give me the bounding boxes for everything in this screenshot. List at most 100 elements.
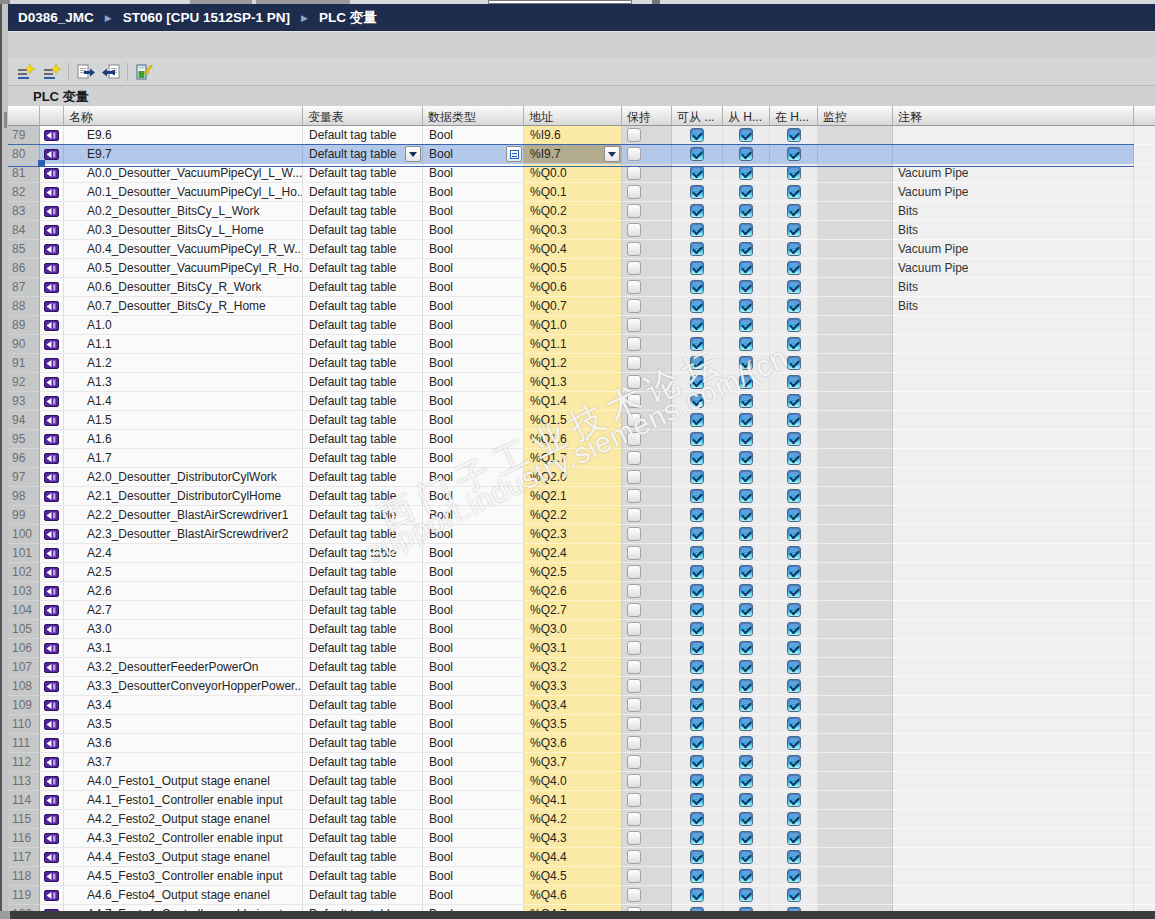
tag-table-cell[interactable]: Default tag table xyxy=(303,601,423,620)
tag-table-cell[interactable]: Default tag table xyxy=(303,240,423,259)
writable-checkbox-cell[interactable] xyxy=(723,848,770,867)
tag-table-cell[interactable]: Default tag table xyxy=(303,430,423,449)
writable-checkbox[interactable] xyxy=(739,622,753,636)
writable-checkbox-cell[interactable] xyxy=(723,677,770,696)
accessible-checkbox-cell[interactable] xyxy=(672,354,723,373)
comment-cell[interactable] xyxy=(893,373,1134,392)
visible-checkbox[interactable] xyxy=(787,261,801,275)
writable-checkbox-cell[interactable] xyxy=(723,316,770,335)
visible-checkbox-cell[interactable] xyxy=(770,601,818,620)
retain-checkbox[interactable] xyxy=(627,147,641,161)
writable-checkbox-cell[interactable] xyxy=(723,221,770,240)
tag-table-cell[interactable]: Default tag table xyxy=(303,316,423,335)
tag-table-cell[interactable]: Default tag table xyxy=(303,715,423,734)
data-type-cell[interactable]: Bool xyxy=(423,297,524,316)
accessible-checkbox-cell[interactable] xyxy=(672,468,723,487)
accessible-checkbox-cell[interactable] xyxy=(672,430,723,449)
accessible-checkbox[interactable] xyxy=(690,413,704,427)
tag-name-cell[interactable]: A4.6_Festo4_Output stage enanel xyxy=(64,886,303,905)
visible-checkbox[interactable] xyxy=(787,565,801,579)
tag-table-cell[interactable]: Default tag table xyxy=(303,373,423,392)
writable-checkbox-cell[interactable] xyxy=(723,563,770,582)
table-row[interactable]: 91A1.2Default tag tableBool%Q1.2 xyxy=(8,354,1155,373)
tag-name-cell[interactable]: A2.0_Desoutter_DistributorCylWork xyxy=(64,468,303,487)
comment-cell[interactable] xyxy=(893,468,1134,487)
data-type-cell[interactable]: Bool xyxy=(423,886,524,905)
retain-checkbox[interactable] xyxy=(627,622,641,636)
retain-checkbox[interactable] xyxy=(627,337,641,351)
data-type-cell[interactable]: Bool xyxy=(423,145,524,164)
writable-checkbox-cell[interactable] xyxy=(723,164,770,183)
tag-name-cell[interactable]: A2.2_Desoutter_BlastAirScrewdriver1 xyxy=(64,506,303,525)
retain-checkbox-cell[interactable] xyxy=(622,468,672,487)
writable-checkbox[interactable] xyxy=(739,223,753,237)
visible-checkbox-cell[interactable] xyxy=(770,468,818,487)
visible-checkbox-cell[interactable] xyxy=(770,487,818,506)
comment-cell[interactable] xyxy=(893,791,1134,810)
comment-cell[interactable] xyxy=(893,677,1134,696)
tag-name-cell[interactable]: A3.1 xyxy=(64,639,303,658)
visible-checkbox-cell[interactable] xyxy=(770,316,818,335)
data-type-cell[interactable]: Bool xyxy=(423,829,524,848)
comment-cell[interactable]: Vacuum Pipe xyxy=(893,259,1134,278)
address-cell[interactable]: %Q2.4 xyxy=(524,544,622,563)
visible-checkbox-cell[interactable] xyxy=(770,392,818,411)
retain-checkbox-cell[interactable] xyxy=(622,183,672,202)
writable-checkbox-cell[interactable] xyxy=(723,449,770,468)
data-type-cell[interactable]: Bool xyxy=(423,715,524,734)
visible-checkbox[interactable] xyxy=(787,831,801,845)
accessible-checkbox[interactable] xyxy=(690,223,704,237)
visible-checkbox[interactable] xyxy=(787,717,801,731)
accessible-checkbox[interactable] xyxy=(690,242,704,256)
comment-cell[interactable] xyxy=(893,658,1134,677)
accessible-checkbox[interactable] xyxy=(690,489,704,503)
tag-table-cell[interactable]: Default tag table xyxy=(303,563,423,582)
retain-checkbox-cell[interactable] xyxy=(622,164,672,183)
tag-table-cell[interactable]: Default tag table xyxy=(303,354,423,373)
visible-checkbox[interactable] xyxy=(787,774,801,788)
visible-checkbox-cell[interactable] xyxy=(770,582,818,601)
accessible-checkbox[interactable] xyxy=(690,261,704,275)
tag-table-cell[interactable]: Default tag table xyxy=(303,278,423,297)
visible-checkbox[interactable] xyxy=(787,698,801,712)
writable-checkbox[interactable] xyxy=(739,755,753,769)
data-type-cell[interactable]: Bool xyxy=(423,753,524,772)
address-cell[interactable]: %Q2.5 xyxy=(524,563,622,582)
comment-cell[interactable]: Vacuum Pipe xyxy=(893,240,1134,259)
visible-checkbox[interactable] xyxy=(787,603,801,617)
accessible-checkbox[interactable] xyxy=(690,470,704,484)
writable-checkbox-cell[interactable] xyxy=(723,145,770,164)
retain-checkbox[interactable] xyxy=(627,185,641,199)
accessible-checkbox-cell[interactable] xyxy=(672,259,723,278)
accessible-checkbox-cell[interactable] xyxy=(672,677,723,696)
retain-checkbox[interactable] xyxy=(627,508,641,522)
accessible-checkbox-cell[interactable] xyxy=(672,544,723,563)
visible-checkbox[interactable] xyxy=(787,546,801,560)
data-type-cell[interactable]: Bool xyxy=(423,620,524,639)
address-cell[interactable]: %Q3.0 xyxy=(524,620,622,639)
accessible-checkbox-cell[interactable] xyxy=(672,848,723,867)
comment-cell[interactable] xyxy=(893,601,1134,620)
retain-checkbox-cell[interactable] xyxy=(622,506,672,525)
writable-checkbox[interactable] xyxy=(739,394,753,408)
address-cell[interactable]: %Q2.3 xyxy=(524,525,622,544)
accessible-checkbox[interactable] xyxy=(690,394,704,408)
retain-checkbox-cell[interactable] xyxy=(622,601,672,620)
retain-checkbox-cell[interactable] xyxy=(622,639,672,658)
retain-checkbox-cell[interactable] xyxy=(622,620,672,639)
table-row[interactable]: 109A3.4Default tag tableBool%Q3.4 xyxy=(8,696,1155,715)
dropdown-button[interactable] xyxy=(405,146,421,162)
tag-name-cell[interactable]: A2.6 xyxy=(64,582,303,601)
accessible-checkbox-cell[interactable] xyxy=(672,183,723,202)
dropdown-button[interactable] xyxy=(604,146,620,162)
table-row[interactable]: 92A1.3Default tag tableBool%Q1.3 xyxy=(8,373,1155,392)
tag-name-cell[interactable]: A0.1_Desoutter_VacuumPipeCyl_L_Ho... xyxy=(64,183,303,202)
visible-checkbox-cell[interactable] xyxy=(770,335,818,354)
header-tag-table[interactable]: 变量表 xyxy=(303,106,423,126)
address-cell[interactable]: %Q0.1 xyxy=(524,183,622,202)
accessible-checkbox[interactable] xyxy=(690,584,704,598)
comment-cell[interactable] xyxy=(893,810,1134,829)
visible-checkbox[interactable] xyxy=(787,185,801,199)
address-cell[interactable]: %Q4.5 xyxy=(524,867,622,886)
table-row[interactable]: 95A1.6Default tag tableBool%Q1.6 xyxy=(8,430,1155,449)
